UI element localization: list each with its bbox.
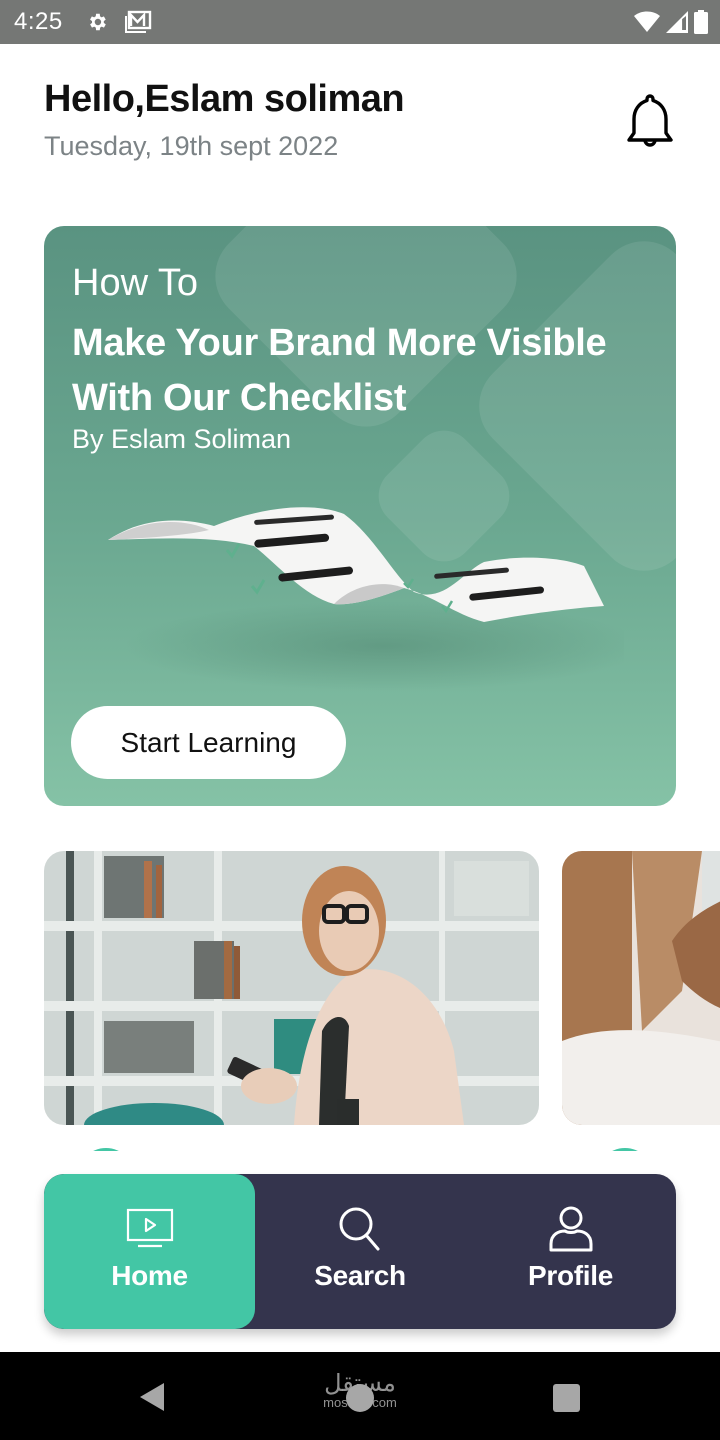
home-button[interactable] (346, 1384, 374, 1412)
nav-label-home: Home (111, 1260, 188, 1291)
user-icon (549, 1206, 592, 1252)
recents-button[interactable] (553, 1384, 580, 1412)
bottom-navigation: Home Search Profile (44, 1174, 676, 1329)
wavy-checklist-illustration (108, 507, 624, 691)
woman-with-phone-in-library-photo (44, 851, 539, 1125)
cell-signal-icon (666, 11, 688, 33)
nav-item-profile[interactable]: Profile (465, 1174, 676, 1329)
status-time: 4:25 (14, 8, 63, 35)
battery-icon (694, 10, 708, 34)
search-icon (339, 1207, 380, 1251)
current-date: Tuesday, 19th sept 2022 (44, 131, 339, 161)
status-bar: 4:25 (0, 0, 720, 44)
start-learning-button[interactable]: Start Learning (71, 706, 346, 779)
greeting-heading: Hello,Eslam soliman (44, 78, 405, 120)
nav-item-search[interactable]: Search (255, 1174, 465, 1329)
settings-gear-icon (90, 13, 106, 31)
nav-item-home[interactable]: Home (44, 1174, 255, 1329)
hero-eyebrow: How To (72, 262, 199, 304)
hero-title: Make Your Brand More Visible With Our Ch… (72, 322, 607, 419)
course-carousel[interactable] (44, 851, 720, 1151)
hero-author: By Eslam Soliman (72, 424, 292, 454)
nav-label-search: Search (314, 1260, 406, 1291)
system-navigation-bar: مستقل mostaql.com (0, 1352, 720, 1440)
course-badge (77, 1148, 135, 1151)
tv-play-icon (126, 1208, 173, 1248)
course-card[interactable] (562, 851, 720, 1125)
bell-icon[interactable] (620, 90, 680, 152)
back-icon[interactable] (138, 1382, 166, 1412)
nav-label-profile: Profile (527, 1260, 614, 1291)
course-badge (596, 1148, 654, 1151)
status-right-icons (634, 10, 708, 34)
gmail-icon (125, 10, 152, 33)
wifi-icon (634, 11, 660, 32)
woman-with-brown-hair-photo (562, 851, 720, 1125)
course-card[interactable] (44, 851, 539, 1125)
featured-course-card[interactable]: How To Make Your Brand More Visible With… (44, 226, 676, 806)
